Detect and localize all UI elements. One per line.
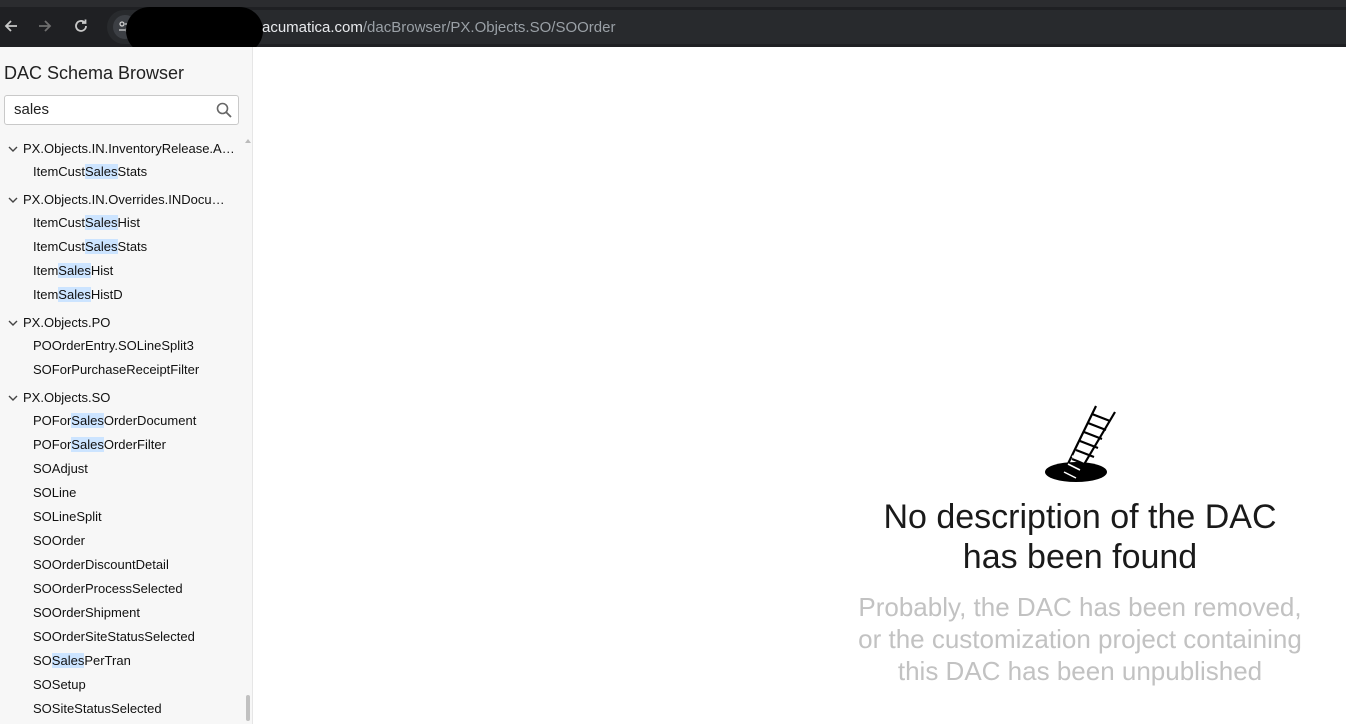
tree-item-text: SOSiteStatusSelected <box>33 701 162 716</box>
tree-item[interactable]: POForSalesOrderFilter <box>33 434 166 456</box>
sidebar-scrollbar[interactable] <box>244 137 252 724</box>
reload-button[interactable] <box>70 15 92 37</box>
tree-item-text: SOOrderDiscountDetail <box>33 557 169 572</box>
tree-group-label: PX.Objects.PO <box>23 314 111 330</box>
search-match-highlight: Sales <box>58 263 91 278</box>
search-box[interactable]: sales <box>4 95 239 125</box>
chevron-down-icon[interactable] <box>6 143 20 155</box>
tree-item-text: Hist <box>117 215 140 230</box>
tree-item[interactable]: POForSalesOrderDocument <box>33 410 196 432</box>
chevron-down-icon[interactable] <box>6 194 20 206</box>
forward-button[interactable] <box>34 15 56 37</box>
tree-item-text: SOOrder <box>33 533 86 548</box>
tree-item[interactable]: SOSalesPerTran <box>33 650 131 672</box>
search-match-highlight: Sales <box>85 215 118 230</box>
tree-item-text: Stats <box>117 239 148 254</box>
scroll-up-arrow-icon[interactable] <box>245 139 251 143</box>
tree-item-text: SOAdjust <box>33 461 88 476</box>
search-match-highlight: Sales <box>51 653 85 668</box>
search-input[interactable]: sales <box>14 101 49 118</box>
tree-item[interactable]: SOLine <box>33 482 76 504</box>
tree-item-text: POFor <box>33 437 72 452</box>
main-content: No description of the DAC has been found… <box>253 47 1346 724</box>
tree-item[interactable]: SOSiteStatusSelected <box>33 698 162 720</box>
empty-title-line-2: has been found <box>962 538 1198 576</box>
empty-sub-line-1: Probably, the DAC has been removed, <box>858 592 1302 622</box>
tree-item[interactable]: SOAdjust <box>33 458 88 480</box>
tree-group[interactable]: PX.Objects.IN.InventoryRelease.A… <box>6 137 235 159</box>
empty-state-title: No description of the DAC has been found <box>843 497 1317 577</box>
url-host: acumatica.com <box>262 19 363 36</box>
sidebar-title: DAC Schema Browser <box>4 63 185 83</box>
tree-item[interactable]: SOLineSplit <box>33 506 102 528</box>
tree-item[interactable]: POOrderEntry.SOLineSplit3 <box>33 335 194 357</box>
search-icon[interactable] <box>216 102 232 118</box>
tree-item-text: ItemCust <box>33 215 86 230</box>
tree-item-text: HistD <box>90 287 123 302</box>
tree-item-text: SOLineSplit <box>33 509 102 524</box>
tree-item-text: SOOrderProcessSelected <box>33 581 183 596</box>
tree-item[interactable]: ItemCustSalesHist <box>33 212 140 234</box>
tree-item-text: SOSetup <box>33 677 86 692</box>
tree-item[interactable]: ItemCustSalesStats <box>33 161 147 183</box>
tree-group[interactable]: PX.Objects.SO <box>6 386 110 408</box>
tree-item[interactable]: SOForPurchaseReceiptFilter <box>33 359 199 381</box>
sidebar: DAC Schema Browser sales PX.Objects.IN.I… <box>0 47 253 724</box>
url-text: acumatica.com/dacBrowser/PX.Objects.SO/S… <box>262 19 615 36</box>
tree-item-text: SOOrderShipment <box>33 605 140 620</box>
tree-item-text: POFor <box>33 413 72 428</box>
search-match-highlight: Sales <box>71 413 104 428</box>
tree-item[interactable]: ItemSalesHistD <box>33 284 123 306</box>
tree-item[interactable]: ItemCustSalesStats <box>33 236 147 258</box>
chevron-down-icon[interactable] <box>6 317 20 329</box>
ladder-in-hole-icon <box>1045 405 1116 482</box>
tree-item-text: ItemCust <box>33 164 86 179</box>
url-path: /dacBrowser/PX.Objects.SO/SOOrder <box>362 19 616 36</box>
tree-item[interactable]: SOOrderDiscountDetail <box>33 554 169 576</box>
browser-toolbar: acumatica.com/dacBrowser/PX.Objects.SO/S… <box>0 0 1346 54</box>
tree-item-text: OrderDocument <box>103 413 197 428</box>
reload-icon <box>75 19 87 32</box>
tree-item-text: Item <box>33 263 59 278</box>
tree-item-text: Stats <box>117 164 148 179</box>
tree-group-label: PX.Objects.IN.Overrides.INDocum… <box>23 191 235 207</box>
empty-sub-line-2: or the customization project containing <box>858 624 1302 654</box>
tree-item-text: SOForPurchaseReceiptFilter <box>33 362 200 377</box>
tree-item-text: OrderFilter <box>103 437 166 452</box>
empty-sub-line-3: this DAC has been unpublished <box>897 656 1263 686</box>
search-match-highlight: Sales <box>85 164 118 179</box>
tree-item[interactable]: SOOrderSiteStatusSelected <box>33 626 195 648</box>
tree-item[interactable]: SOSetup <box>33 674 86 696</box>
empty-title-line-1: No description of the DAC <box>883 498 1277 536</box>
search-match-highlight: Sales <box>71 437 104 452</box>
tree-item-text: SOOrderSiteStatusSelected <box>33 629 195 644</box>
tree-item-text: ItemCust <box>33 239 86 254</box>
tree-item-text: Item <box>33 287 59 302</box>
address-bar[interactable]: acumatica.com/dacBrowser/PX.Objects.SO/S… <box>107 7 1346 54</box>
search-match-highlight: Sales <box>58 287 91 302</box>
tree-group[interactable]: PX.Objects.IN.Overrides.INDocum… <box>6 188 235 210</box>
tree-item-text: SOLine <box>33 485 77 500</box>
tree-item[interactable]: SOOrderProcessSelected <box>33 578 183 600</box>
tree-item[interactable]: ItemSalesHist <box>33 260 113 282</box>
chevron-down-icon[interactable] <box>6 392 20 404</box>
tree-item-text: SO <box>33 653 52 668</box>
back-button[interactable] <box>0 15 22 37</box>
tree-item-text: POOrderEntry.SOLineSplit3 <box>33 338 194 353</box>
arrow-left-icon <box>4 20 17 32</box>
tree-item-text: Hist <box>90 263 114 278</box>
tree-item[interactable]: SOOrder <box>33 530 85 552</box>
tree-group-label: PX.Objects.SO <box>23 389 111 405</box>
tree-group[interactable]: PX.Objects.PO <box>6 311 110 333</box>
search-match-highlight: Sales <box>85 239 118 254</box>
scroll-thumb[interactable] <box>246 695 250 721</box>
empty-state-subtitle: Probably, the DAC has been removed, or t… <box>830 591 1330 687</box>
tree-group-label: PX.Objects.IN.InventoryRelease.A… <box>23 140 235 156</box>
tree-item[interactable]: SOOrderShipment <box>33 602 140 624</box>
tree-item-text: PerTran <box>84 653 131 668</box>
arrow-right-icon <box>39 20 52 32</box>
